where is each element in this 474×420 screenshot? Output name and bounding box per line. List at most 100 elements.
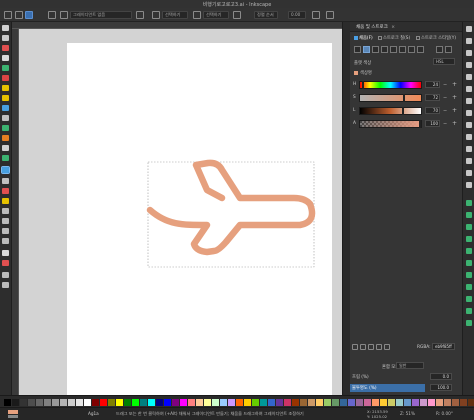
palette-swatch[interactable] <box>396 399 403 406</box>
reverse-gradient-icon[interactable] <box>136 11 144 19</box>
rotation-field[interactable]: R: 0.00° <box>436 411 453 416</box>
palette-swatch[interactable] <box>196 399 203 406</box>
stroke-target-icon[interactable] <box>60 11 68 19</box>
spiral-tool-icon[interactable] <box>2 105 9 111</box>
alpha-slider-knob[interactable] <box>419 120 421 128</box>
fill-rule-evenodd-button[interactable] <box>436 46 443 53</box>
saturation-slider-knob[interactable] <box>403 94 406 102</box>
repeat-select[interactable]: 선택하기 <box>162 11 188 19</box>
alpha-decrement-button[interactable]: − <box>443 121 447 127</box>
preferences-icon[interactable] <box>466 320 472 326</box>
fill-stroke-dialog-icon[interactable] <box>466 260 472 266</box>
mesh-gradient-button[interactable] <box>390 46 397 53</box>
alpha-increment-button[interactable]: + <box>452 120 457 127</box>
zoom-selection-icon[interactable] <box>466 158 472 164</box>
palette-swatch[interactable] <box>452 399 459 406</box>
new-document-icon[interactable] <box>466 26 472 32</box>
palette-swatch[interactable] <box>292 399 299 406</box>
lightness-slider[interactable] <box>359 107 422 115</box>
palette-swatch[interactable] <box>444 399 451 406</box>
zoom-page-icon[interactable] <box>466 182 472 188</box>
palette-swatch[interactable] <box>380 399 387 406</box>
color-mode-select[interactable]: HSL <box>433 58 455 65</box>
open-icon[interactable] <box>466 38 472 44</box>
pattern-button[interactable] <box>399 46 406 53</box>
airplane-logo-path[interactable] <box>146 159 316 256</box>
extra-tool-icon[interactable] <box>2 282 9 288</box>
mesh-tool-icon[interactable] <box>2 178 9 184</box>
palette-swatch[interactable] <box>340 399 347 406</box>
palette-swatch[interactable] <box>140 399 147 406</box>
copy-icon[interactable] <box>466 122 472 128</box>
group-icon[interactable] <box>466 236 472 242</box>
clone-icon[interactable] <box>466 212 472 218</box>
selector-tool-icon[interactable] <box>2 25 9 31</box>
palette-swatch[interactable] <box>364 399 371 406</box>
pan-tool-icon[interactable] <box>2 272 9 278</box>
zoom-field[interactable]: Z: 51% <box>400 411 415 416</box>
palette-swatch[interactable] <box>100 399 107 406</box>
gradient-tool-icon[interactable] <box>1 166 10 174</box>
delete-stop-icon[interactable] <box>326 11 334 19</box>
cut-icon[interactable] <box>466 134 472 140</box>
offset-icon[interactable] <box>233 11 241 19</box>
palette-swatch[interactable] <box>76 399 83 406</box>
palette-swatch[interactable] <box>132 399 139 406</box>
palette-swatch[interactable] <box>204 399 211 406</box>
node-tool-icon[interactable] <box>2 35 9 41</box>
palette-swatch[interactable] <box>372 399 379 406</box>
saturation-value-input[interactable]: 72 <box>425 94 440 101</box>
palette-swatch[interactable] <box>4 399 11 406</box>
saturation-slider[interactable] <box>359 94 422 102</box>
text-tool-icon[interactable] <box>2 145 9 151</box>
palette-swatch[interactable] <box>92 399 99 406</box>
palette-swatch[interactable] <box>52 399 59 406</box>
cms-mode-icon[interactable] <box>376 344 382 350</box>
stops-icon[interactable] <box>193 11 201 19</box>
lightness-decrement-button[interactable]: − <box>443 108 447 114</box>
palette-swatch[interactable] <box>332 399 339 406</box>
star-tool-icon[interactable] <box>2 95 9 101</box>
palette-swatch[interactable] <box>148 399 155 406</box>
wheel-mode-icon[interactable] <box>352 344 358 350</box>
redo-icon[interactable] <box>466 110 472 116</box>
palette-swatch[interactable] <box>68 399 75 406</box>
fill-rule-nonzero-button[interactable] <box>445 46 452 53</box>
lightness-slider-knob[interactable] <box>402 107 405 115</box>
palette-swatch[interactable] <box>356 399 363 406</box>
align-dialog-icon[interactable] <box>466 308 472 314</box>
ellipse-tool-icon[interactable] <box>2 85 9 91</box>
stops-select[interactable]: 선택하기 <box>203 11 229 19</box>
close-icon[interactable]: × <box>391 25 395 30</box>
palette-swatch[interactable] <box>244 399 251 406</box>
linear-gradient-button[interactable] <box>372 46 379 53</box>
export-icon[interactable] <box>466 86 472 92</box>
saturation-increment-button[interactable]: + <box>452 94 457 101</box>
stroke-indicator[interactable] <box>8 415 18 418</box>
offset-input[interactable]: 0.00 <box>288 11 306 19</box>
gradient-select[interactable]: 그레이디언트 없음 <box>70 11 132 19</box>
repeat-icon[interactable] <box>152 11 160 19</box>
hue-decrement-button[interactable]: − <box>443 82 447 88</box>
text-font-dialog-icon[interactable] <box>466 272 472 278</box>
ungroup-icon[interactable] <box>466 248 472 254</box>
unlink-clone-icon[interactable] <box>466 224 472 230</box>
xml-editor-icon[interactable] <box>466 296 472 302</box>
pen-tool-icon[interactable] <box>2 125 9 131</box>
pages-tool-icon[interactable] <box>2 250 9 256</box>
dropper-tool-icon[interactable] <box>2 188 9 194</box>
palette-swatch[interactable] <box>180 399 187 406</box>
undo-icon[interactable] <box>466 98 472 104</box>
layers-dialog-icon[interactable] <box>466 284 472 290</box>
alpha-slider[interactable] <box>359 120 422 128</box>
rectangle-tool-icon[interactable] <box>2 65 9 71</box>
palette-swatch[interactable] <box>212 399 219 406</box>
palette-swatch[interactable] <box>436 399 443 406</box>
lpe-tool-icon[interactable] <box>2 238 9 244</box>
alpha-value-input[interactable]: 100 <box>425 120 440 127</box>
palette-swatch[interactable] <box>252 399 259 406</box>
paint-bucket-tool-icon[interactable] <box>2 198 9 204</box>
lightness-increment-button[interactable]: + <box>452 107 457 114</box>
palette-swatch[interactable] <box>28 399 35 406</box>
add-stop-icon[interactable] <box>312 11 320 19</box>
